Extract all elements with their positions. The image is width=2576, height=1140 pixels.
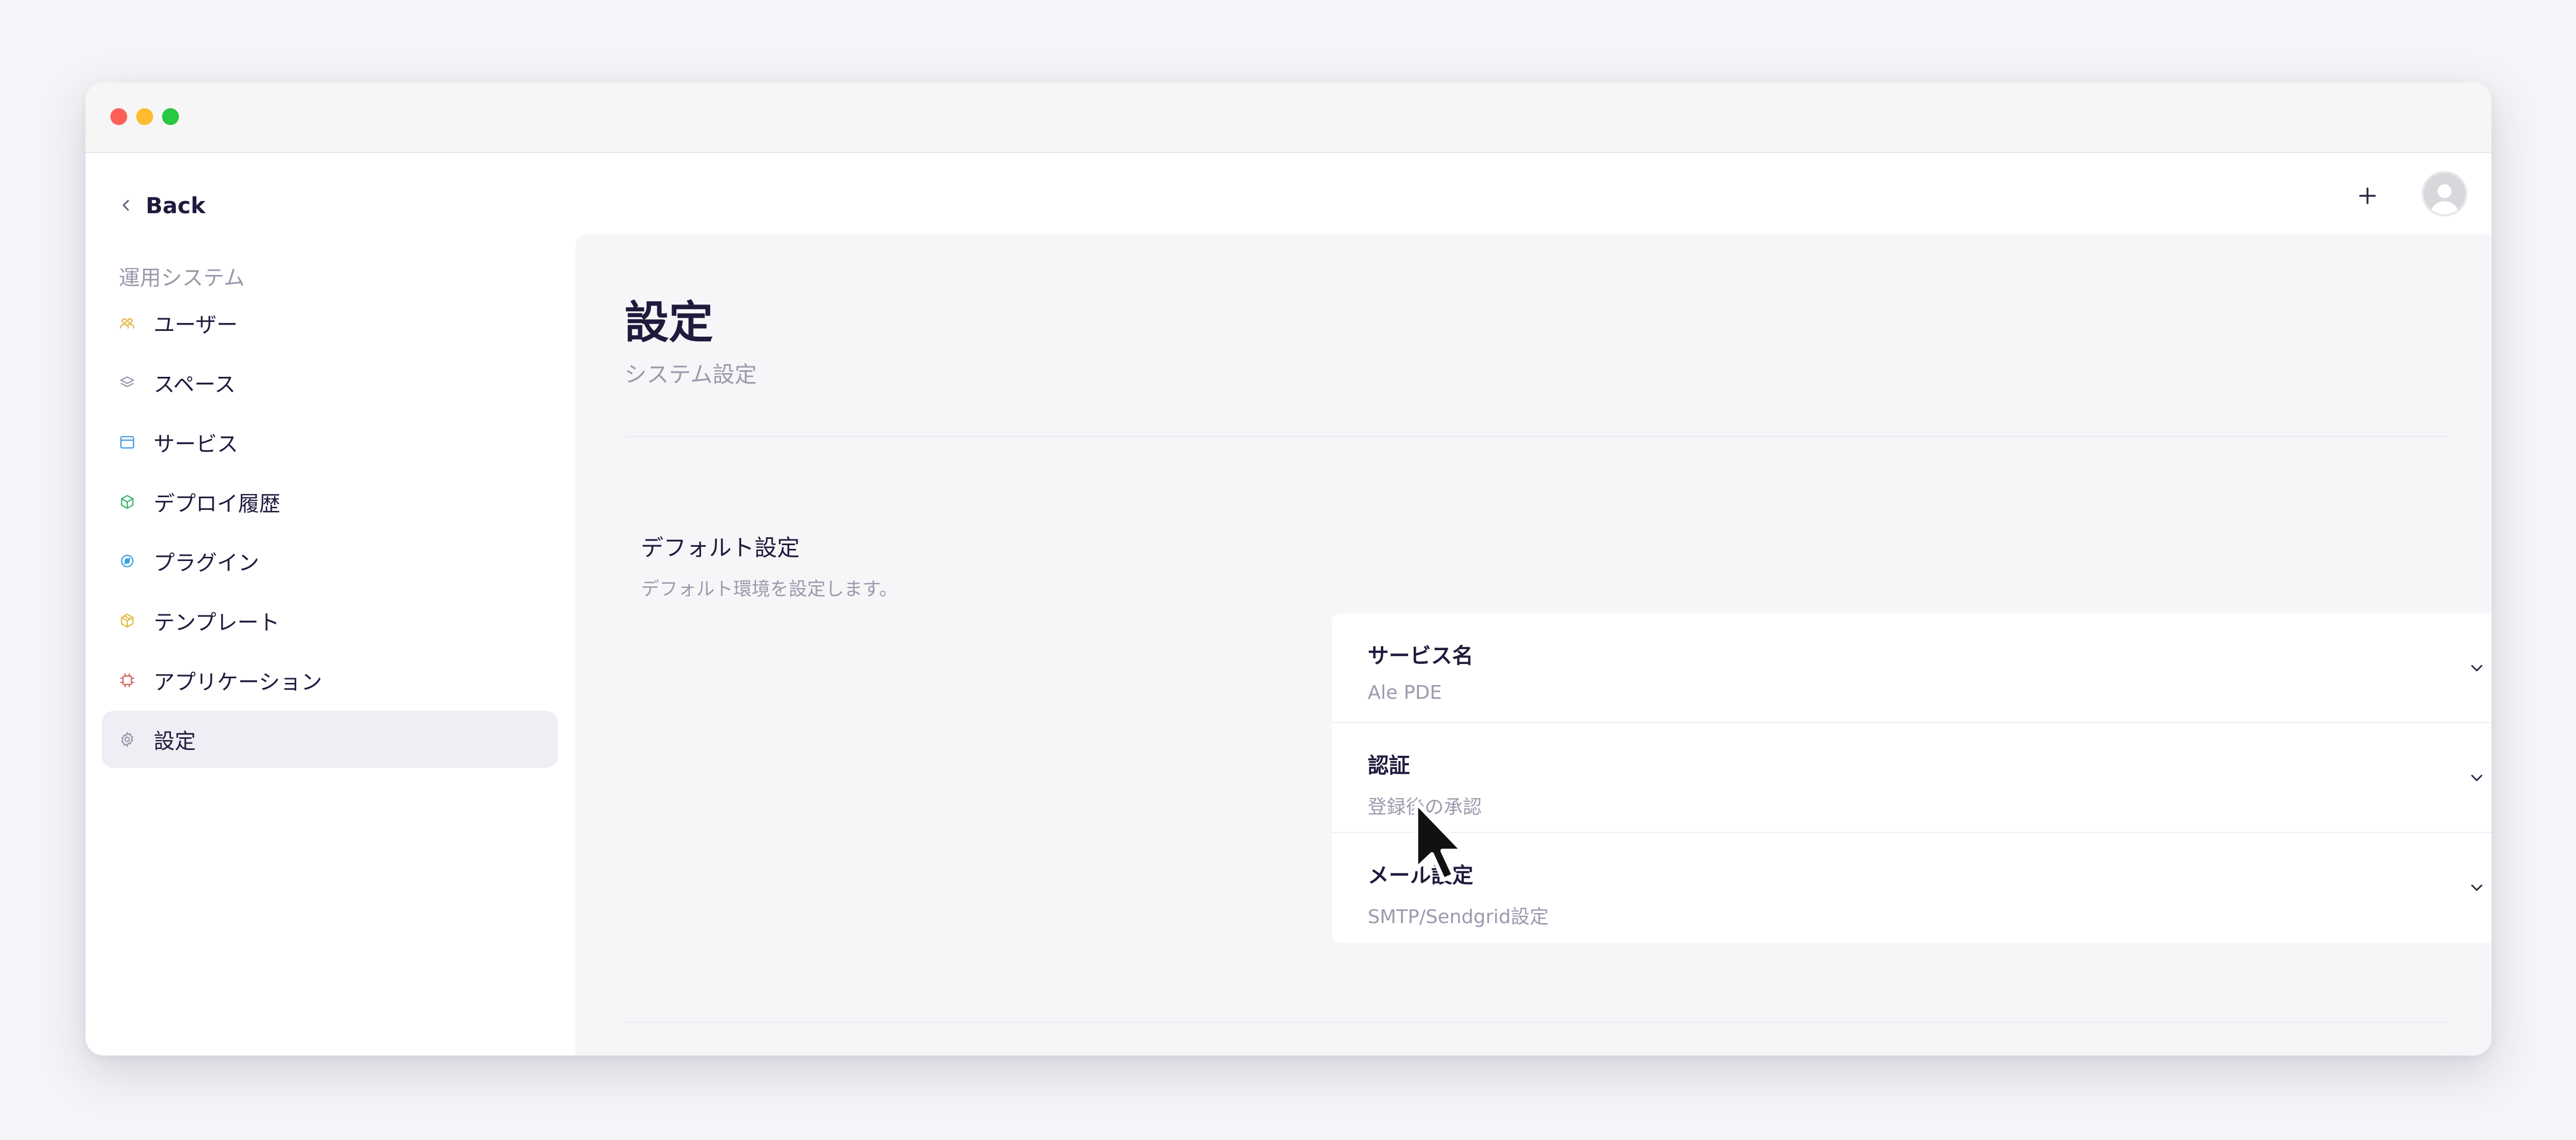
sidebar-item-label: 設定 bbox=[154, 729, 196, 754]
app-window: Back 運用システム ユーザー スペース サービス デプロイ履歴 プラグイン … bbox=[86, 82, 2492, 1056]
chevron-down-icon[interactable] bbox=[2467, 878, 2486, 897]
sidebar-item-users[interactable]: ユーザー bbox=[102, 294, 558, 352]
package-icon bbox=[119, 612, 136, 629]
user-silhouette-icon bbox=[2430, 184, 2459, 214]
page-subtitle: システム設定 bbox=[624, 362, 757, 387]
page-title: 設定 bbox=[624, 297, 714, 348]
divider bbox=[624, 1022, 2451, 1023]
gear-icon bbox=[119, 731, 136, 748]
layers-icon bbox=[119, 374, 136, 391]
plugin-icon bbox=[119, 553, 136, 569]
chip-icon bbox=[119, 672, 136, 689]
minimize-window-button[interactable] bbox=[136, 108, 153, 125]
sidebar-item-label: サービス bbox=[154, 432, 238, 457]
divider bbox=[624, 436, 2451, 437]
window-titlebar bbox=[86, 82, 2492, 153]
sidebar-section-title: 運用システム bbox=[119, 266, 245, 290]
add-button[interactable] bbox=[2349, 177, 2386, 214]
sidebar-item-settings[interactable]: 設定 bbox=[102, 711, 558, 768]
setting-title: 認証 bbox=[1368, 754, 1410, 778]
sidebar-item-applications[interactable]: アプリケーション bbox=[102, 652, 558, 709]
cube-icon bbox=[119, 493, 136, 510]
back-button[interactable]: Back bbox=[118, 189, 205, 221]
setting-row-mail[interactable]: メール設定 SMTP/Sendgrid設定 bbox=[1332, 833, 2492, 943]
sidebar-item-label: プラグイン bbox=[154, 551, 259, 575]
sidebar-item-label: アプリケーション bbox=[154, 670, 323, 695]
setting-value: 登録後の承認 bbox=[1368, 796, 1482, 818]
settings-card: サービス名 Ale PDE 認証 登録後の承認 メール設定 SMTP/Sendg… bbox=[1332, 613, 2492, 943]
sidebar-item-services[interactable]: サービス bbox=[102, 414, 558, 471]
sidebar-item-label: デプロイ履歴 bbox=[154, 492, 280, 516]
sidebar-item-label: ユーザー bbox=[154, 313, 238, 337]
sidebar-item-spaces[interactable]: スペース bbox=[102, 354, 558, 411]
avatar[interactable] bbox=[2422, 171, 2467, 216]
setting-value: SMTP/Sendgrid設定 bbox=[1368, 906, 1549, 928]
chevron-down-icon[interactable] bbox=[2467, 659, 2486, 678]
chevron-left-icon bbox=[122, 200, 129, 211]
section-header: デフォルト設定 デフォルト環境を設定します。 bbox=[641, 530, 898, 601]
section-description: デフォルト環境を設定します。 bbox=[641, 579, 898, 600]
setting-title: サービス名 bbox=[1368, 644, 1473, 668]
sidebar-item-plugins[interactable]: プラグイン bbox=[102, 533, 558, 590]
setting-row-authentication[interactable]: 認証 登録後の承認 bbox=[1332, 723, 2492, 833]
setting-value: Ale PDE bbox=[1368, 682, 1442, 704]
sidebar-item-label: テンプレート bbox=[154, 611, 280, 635]
maximize-window-button[interactable] bbox=[162, 108, 179, 125]
chevron-down-icon[interactable] bbox=[2467, 768, 2486, 787]
sidebar-item-deploy-history[interactable]: デプロイ履歴 bbox=[102, 473, 558, 530]
sidebar-item-templates[interactable]: テンプレート bbox=[102, 592, 558, 649]
setting-row-service-name[interactable]: サービス名 Ale PDE bbox=[1332, 613, 2492, 723]
window-icon bbox=[119, 434, 136, 451]
setting-title: メール設定 bbox=[1368, 863, 1473, 888]
main-content: 設定 システム設定 デフォルト設定 デフォルト環境を設定します。 サービス名 A… bbox=[575, 234, 2492, 1056]
users-icon bbox=[119, 315, 136, 331]
close-window-button[interactable] bbox=[110, 108, 127, 125]
plus-icon bbox=[2359, 187, 2376, 204]
sidebar-item-label: スペース bbox=[154, 373, 236, 397]
back-label: Back bbox=[146, 192, 206, 218]
section-title: デフォルト設定 bbox=[641, 535, 800, 562]
